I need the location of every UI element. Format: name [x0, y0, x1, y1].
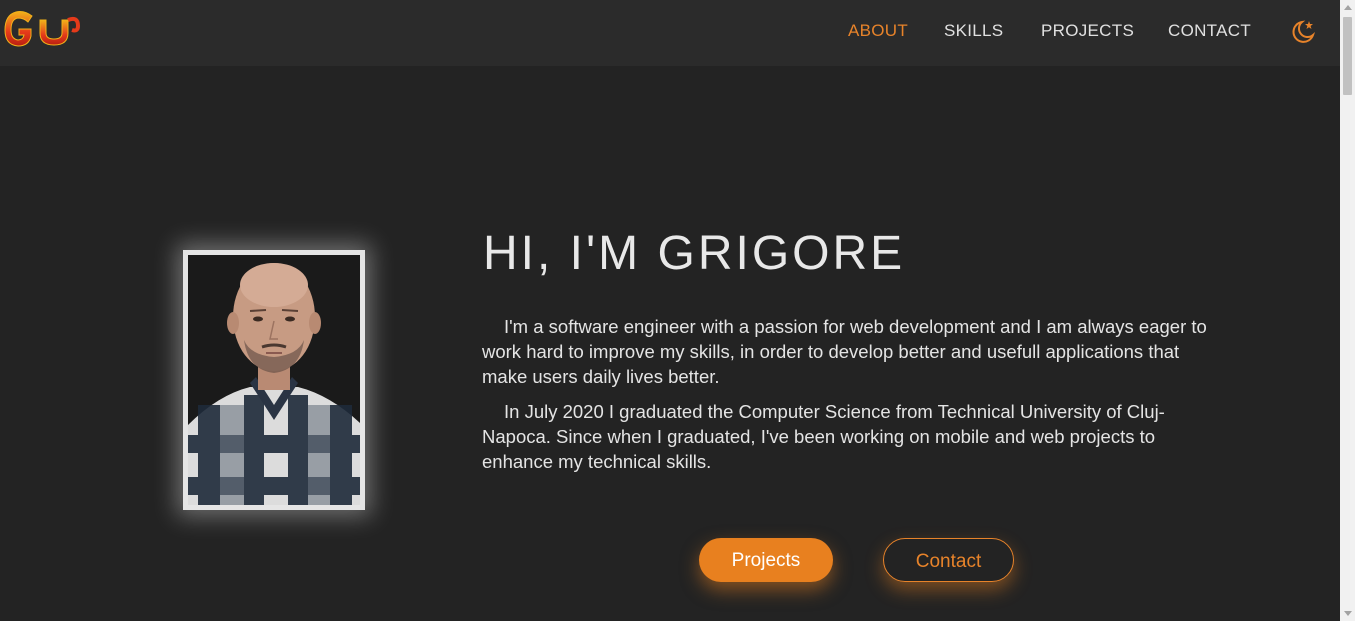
hero-title: HI, I'M GRIGORE — [483, 227, 906, 280]
bio-paragraph-2: In July 2020 I graduated the Computer Sc… — [482, 401, 1165, 472]
navbar: ABOUT SKILLS PROJECTS CONTACT — [0, 0, 1340, 66]
nav-about-link[interactable]: ABOUT — [848, 21, 908, 41]
scrollbar[interactable] — [1340, 0, 1355, 621]
bio-paragraph-1: I'm a software engineer with a passion f… — [482, 316, 1207, 387]
bio: I'm a software engineer with a passion f… — [482, 314, 1217, 484]
nav-contact-link[interactable]: CONTACT — [1168, 21, 1251, 41]
projects-button[interactable]: Projects — [699, 538, 833, 582]
contact-button[interactable]: Contact — [883, 538, 1014, 582]
site-logo[interactable] — [2, 6, 82, 52]
moon-star-icon[interactable] — [1288, 18, 1316, 46]
scroll-up-arrow[interactable] — [1344, 5, 1352, 10]
scroll-thumb[interactable] — [1343, 17, 1352, 95]
scroll-down-arrow[interactable] — [1344, 611, 1352, 616]
nav-skills-link[interactable]: SKILLS — [944, 21, 1003, 41]
nav-projects-link[interactable]: PROJECTS — [1041, 21, 1134, 41]
profile-photo — [183, 250, 365, 510]
